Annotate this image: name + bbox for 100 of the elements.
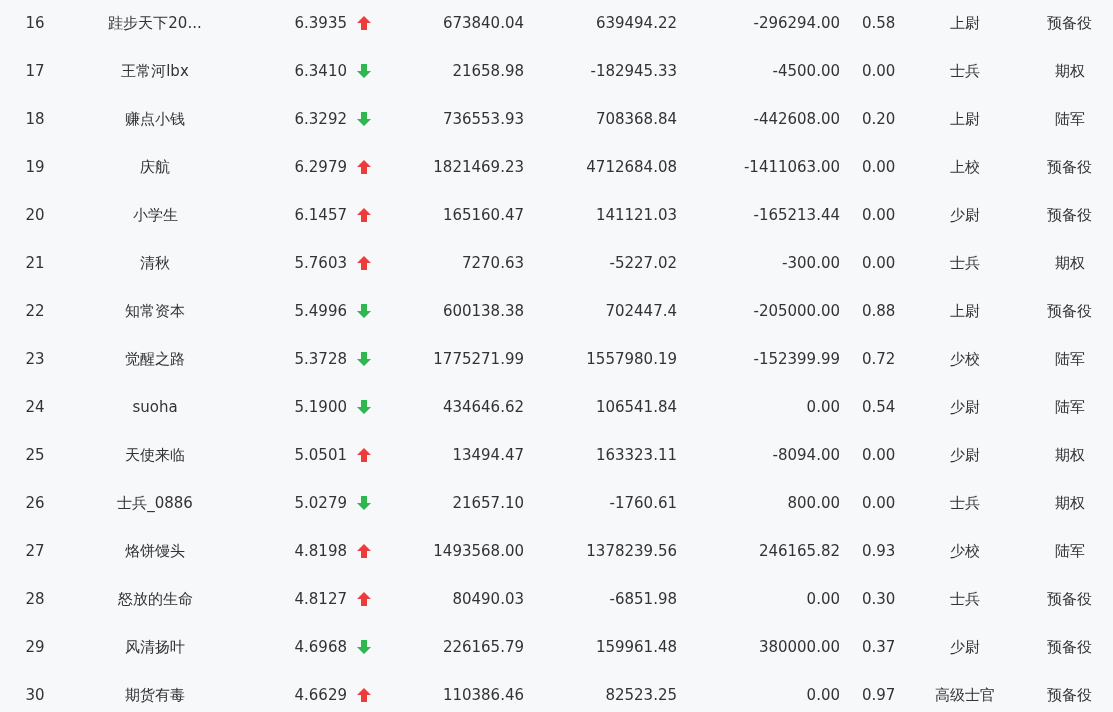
table-cell: 13494.47 [452, 446, 524, 464]
name-cell: 期货有毒 [125, 685, 185, 705]
up-arrow-icon [357, 448, 371, 462]
table-cell: 80490.03 [452, 590, 524, 608]
table-cell: 少尉 [950, 445, 980, 465]
rank-cell: 30 [25, 686, 45, 704]
up-arrow-icon [357, 256, 371, 270]
table-cell: 702447.4 [605, 302, 677, 320]
table-cell: 0.54 [862, 398, 896, 416]
table-cell: 0.20 [862, 110, 896, 128]
table-cell: 0.00 [862, 494, 896, 512]
table-cell: -1760.61 [609, 494, 677, 512]
table-cell: 226165.79 [442, 638, 524, 656]
table-cell: 少尉 [950, 637, 980, 657]
score-cell: 6.1457 [294, 206, 347, 224]
name-cell: 烙饼馒头 [125, 541, 185, 561]
table-cell: 预备役 [1047, 157, 1092, 177]
table-cell: 110386.46 [442, 686, 524, 704]
table-cell: -6851.98 [609, 590, 677, 608]
table-cell: -165213.44 [753, 206, 840, 224]
table-cell: 82523.25 [605, 686, 677, 704]
table-cell: 600138.38 [442, 302, 524, 320]
score-cell: 6.2979 [294, 158, 347, 176]
table-cell: 预备役 [1047, 685, 1092, 705]
score-cell: 4.8127 [294, 590, 347, 608]
up-arrow-icon [357, 160, 371, 174]
score-cell: 5.0279 [294, 494, 347, 512]
table-cell: 0.00 [806, 590, 840, 608]
rank-cell: 19 [25, 158, 45, 176]
table-cell: 少校 [950, 541, 980, 561]
table-cell: 21657.10 [452, 494, 524, 512]
table-cell: 708368.84 [595, 110, 677, 128]
table-cell: 1557980.19 [586, 350, 677, 368]
name-cell: suoha [132, 398, 178, 416]
table-cell: 4712684.08 [586, 158, 677, 176]
rank-cell: 29 [25, 638, 45, 656]
rank-cell: 17 [25, 62, 45, 80]
name-cell: 清秋 [140, 253, 170, 273]
table-cell: -442608.00 [753, 110, 840, 128]
table-cell: 期权 [1054, 445, 1085, 465]
table-cell: 159961.48 [595, 638, 677, 656]
table-cell: 少尉 [950, 397, 980, 417]
table-cell: 期权 [1054, 61, 1085, 81]
table-cell: 0.00 [862, 446, 896, 464]
name-cell: 风清扬叶 [125, 637, 185, 657]
rank-cell: 27 [25, 542, 45, 560]
table-cell: 少校 [950, 349, 980, 369]
score-cell: 6.3935 [294, 14, 347, 32]
table-cell: 士兵 [950, 61, 980, 81]
table-cell: 上尉 [950, 109, 980, 129]
table-cell: 246165.82 [758, 542, 840, 560]
table-cell: 736553.93 [442, 110, 524, 128]
rank-cell: 22 [25, 302, 45, 320]
score-cell: 5.3728 [294, 350, 347, 368]
table-cell: -205000.00 [753, 302, 840, 320]
rank-cell: 16 [25, 14, 45, 32]
table-cell: 0.72 [862, 350, 896, 368]
table-cell: 163323.11 [595, 446, 677, 464]
score-cell: 6.3410 [294, 62, 347, 80]
table-cell: 预备役 [1047, 637, 1092, 657]
table-cell: -300.00 [782, 254, 840, 272]
table-cell: 0.00 [862, 62, 896, 80]
table-cell: 1378239.56 [586, 542, 677, 560]
name-cell: 知常资本 [125, 301, 185, 321]
name-cell: 赚点小钱 [125, 109, 185, 129]
rank-cell: 24 [25, 398, 45, 416]
name-cell: 士兵_0886 [117, 493, 193, 513]
table-cell: 21658.98 [452, 62, 524, 80]
table-cell: 陆军 [1054, 397, 1085, 417]
table-cell: 期权 [1054, 253, 1085, 273]
table-cell: 0.00 [862, 254, 896, 272]
name-cell: 庆航 [140, 157, 170, 177]
score-cell: 5.1900 [294, 398, 347, 416]
table-cell: 士兵 [950, 493, 980, 513]
table-cell: 141121.03 [595, 206, 677, 224]
table-cell: 期权 [1054, 493, 1085, 513]
table-cell: 165160.47 [442, 206, 524, 224]
table-cell: 0.37 [862, 638, 896, 656]
name-cell: 天使来临 [125, 445, 185, 465]
down-arrow-icon [357, 112, 371, 126]
down-arrow-icon [357, 304, 371, 318]
table-cell: 陆军 [1054, 109, 1085, 129]
score-cell: 5.0501 [294, 446, 347, 464]
table-cell: 0.30 [862, 590, 896, 608]
table-cell: 0.88 [862, 302, 896, 320]
table-cell: 800.00 [787, 494, 840, 512]
table-cell: 0.00 [862, 158, 896, 176]
table-cell: 0.97 [862, 686, 896, 704]
up-arrow-icon [357, 688, 371, 702]
table-cell: -296294.00 [753, 14, 840, 32]
table-cell: 1493568.00 [433, 542, 524, 560]
score-cell: 4.6629 [294, 686, 347, 704]
name-cell: 小学生 [132, 205, 178, 225]
down-arrow-icon [357, 64, 371, 78]
name-cell: 怒放的生命 [117, 589, 193, 609]
table-cell: 380000.00 [758, 638, 840, 656]
rank-cell: 23 [25, 350, 45, 368]
score-cell: 5.4996 [294, 302, 347, 320]
rank-cell: 20 [25, 206, 45, 224]
table-cell: 预备役 [1047, 301, 1092, 321]
